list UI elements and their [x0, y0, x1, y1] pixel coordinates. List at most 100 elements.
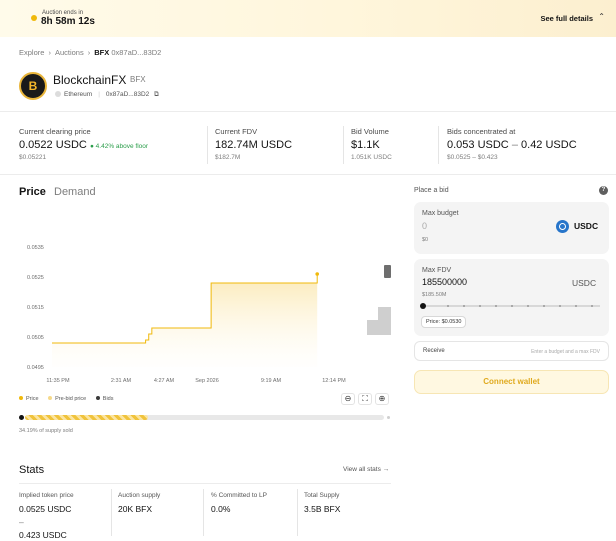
- above-floor-text: 4.42% above floor: [95, 143, 149, 150]
- receive-row: Receive Enter a budget and a max FDV: [414, 341, 609, 361]
- metric-value-high: 0.42 USDC: [521, 139, 577, 151]
- x-tick-label: 2:31 AM: [111, 378, 132, 384]
- slider-tick: [527, 305, 529, 307]
- price-current-point: [315, 272, 320, 276]
- legend-bids-dot-icon: [95, 396, 100, 400]
- token-address: 0x87aD...83D2: [105, 91, 150, 98]
- metric-label: Current clearing price: [19, 127, 91, 136]
- breadcrumb: Explore › Auctions › BFX 0x87aD...83D2: [19, 48, 161, 57]
- stat-value: 0.0%: [211, 504, 231, 514]
- slider-tick: [495, 305, 497, 307]
- auction-banner: Auction ends in 8h 58m 12s See full deta…: [0, 0, 616, 37]
- view-all-stats-link[interactable]: View all stats →: [343, 466, 389, 473]
- legend-price: Price: [26, 396, 39, 402]
- stats-title: Stats: [19, 464, 45, 476]
- supply-sold-label: 34.19% of supply sold: [19, 428, 73, 434]
- divider: [343, 126, 344, 164]
- max-budget-label: Max budget: [422, 210, 459, 217]
- chevron-updown-icon[interactable]: ⌃: [598, 12, 605, 21]
- metric-label: Current FDV: [215, 127, 258, 136]
- metric-value: $1.1K: [351, 139, 380, 151]
- divider: [203, 489, 204, 536]
- max-fdv-currency: USDC: [572, 278, 597, 288]
- bid-bars: [367, 265, 391, 335]
- y-tick-label: 0.0535: [27, 245, 44, 251]
- bid-bar: [367, 320, 391, 335]
- breadcrumb-current-address: 0x87aD...83D2: [111, 48, 162, 57]
- y-tick-label: 0.0495: [27, 365, 44, 371]
- y-tick-label: 0.0525: [27, 275, 44, 281]
- metric-bids-concentrated: Bids concentrated at 0.053 USDC – 0.42 U…: [447, 127, 577, 161]
- metric-label: Bids concentrated at: [447, 127, 516, 136]
- x-tick-label: 4:27 AM: [154, 378, 175, 384]
- slider-tick: [463, 305, 465, 307]
- auction-countdown: 8h 58m 12s: [41, 16, 95, 27]
- fdv-slider-handle[interactable]: [420, 303, 426, 309]
- metric-current-fdv: Current FDV 182.74M USDC $182.7M: [215, 127, 292, 161]
- token-name: BlockchainFX: [53, 73, 127, 87]
- stat-value-high: 0.423 USDC: [19, 530, 67, 540]
- metric-bid-volume: Bid Volume $1.1K 1.051K USDC: [351, 127, 392, 161]
- legend-prebid-dot-icon: [48, 396, 53, 400]
- see-full-details-button[interactable]: See full details: [540, 14, 593, 23]
- tab-price[interactable]: Price: [19, 186, 46, 198]
- stat-committed-lp: % Committed to LP 0.0%: [211, 492, 267, 514]
- currency-select[interactable]: USDC: [574, 221, 598, 231]
- price-chart: 0.0535 0.0525 0.0515 0.0505 0.0495 11:35 PM 2…: [27, 245, 391, 384]
- max-fdv-usd: $185.50M: [422, 292, 447, 298]
- metric-clearing-price: Current clearing price 0.0522 USDC ● 4.4…: [19, 127, 148, 161]
- metric-value-range: 0.053 USDC – 0.42 USDC: [447, 139, 577, 151]
- supply-progress-bar: [25, 415, 384, 420]
- token-chain-row: Ethereum | 0x87aD...83D2 ⧉: [55, 91, 159, 99]
- help-icon[interactable]: ?: [599, 186, 608, 195]
- ethereum-icon: [55, 91, 61, 97]
- legend-price-dot-icon: [19, 396, 23, 400]
- price-area: [52, 274, 318, 367]
- metric-sub: $182.7M: [215, 154, 241, 161]
- metric-value-dash: –: [511, 139, 518, 151]
- stat-label: % Committed to LP: [211, 492, 267, 499]
- metric-sub: 1.051K USDC: [351, 154, 392, 161]
- progress-end-dot: [387, 416, 390, 419]
- copy-icon[interactable]: ⧉: [154, 91, 159, 98]
- x-tick-label: 9:19 AM: [261, 378, 282, 384]
- divider: [111, 489, 112, 536]
- stat-value: 3.5B BFX: [304, 504, 341, 514]
- connect-wallet-button[interactable]: Connect wallet: [414, 370, 609, 394]
- max-budget-card: Max budget 0 $0 USDC: [414, 202, 609, 254]
- zoom-in-icon[interactable]: ⊕: [375, 393, 389, 405]
- slider-tick: [559, 305, 561, 307]
- y-tick-label: 0.0505: [27, 335, 44, 341]
- slider-tick: [447, 305, 449, 307]
- tab-demand[interactable]: Demand: [54, 186, 96, 198]
- metric-value-row: 0.0522 USDC ● 4.42% above floor: [19, 139, 148, 151]
- max-budget-input[interactable]: 0: [422, 221, 427, 231]
- breadcrumb-explore[interactable]: Explore: [19, 48, 44, 57]
- bid-bar: [378, 307, 391, 320]
- slider-tick: [511, 305, 513, 307]
- max-fdv-label: Max FDV: [422, 267, 452, 274]
- stat-auction-supply: Auction supply 20K BFX: [118, 492, 160, 514]
- stat-label: Implied token price: [19, 492, 74, 499]
- zoom-out-icon[interactable]: ⊖: [341, 393, 355, 405]
- divider: [0, 174, 616, 175]
- slider-tick: [575, 305, 577, 307]
- receive-label: Receive: [423, 348, 445, 354]
- progress-start-dot: [19, 415, 24, 420]
- fullscreen-icon[interactable]: ⛶: [358, 393, 372, 405]
- usdc-icon: [556, 220, 569, 233]
- divider: [297, 489, 298, 536]
- max-budget-usd: $0: [422, 237, 429, 243]
- max-fdv-input[interactable]: 185500000: [422, 277, 467, 287]
- stat-total-supply: Total Supply 3.5B BFX: [304, 492, 340, 514]
- live-dot-icon: [31, 15, 37, 21]
- divider: [438, 126, 439, 164]
- token-logo: B: [19, 72, 47, 100]
- divider: |: [98, 91, 100, 98]
- x-tick-label: 11:35 PM: [46, 378, 70, 384]
- stat-label: Total Supply: [304, 492, 340, 499]
- stat-value: 20K BFX: [118, 504, 153, 514]
- breadcrumb-auctions[interactable]: Auctions: [55, 48, 84, 57]
- stat-label: Auction supply: [118, 492, 161, 499]
- token-chain: Ethereum: [64, 91, 93, 98]
